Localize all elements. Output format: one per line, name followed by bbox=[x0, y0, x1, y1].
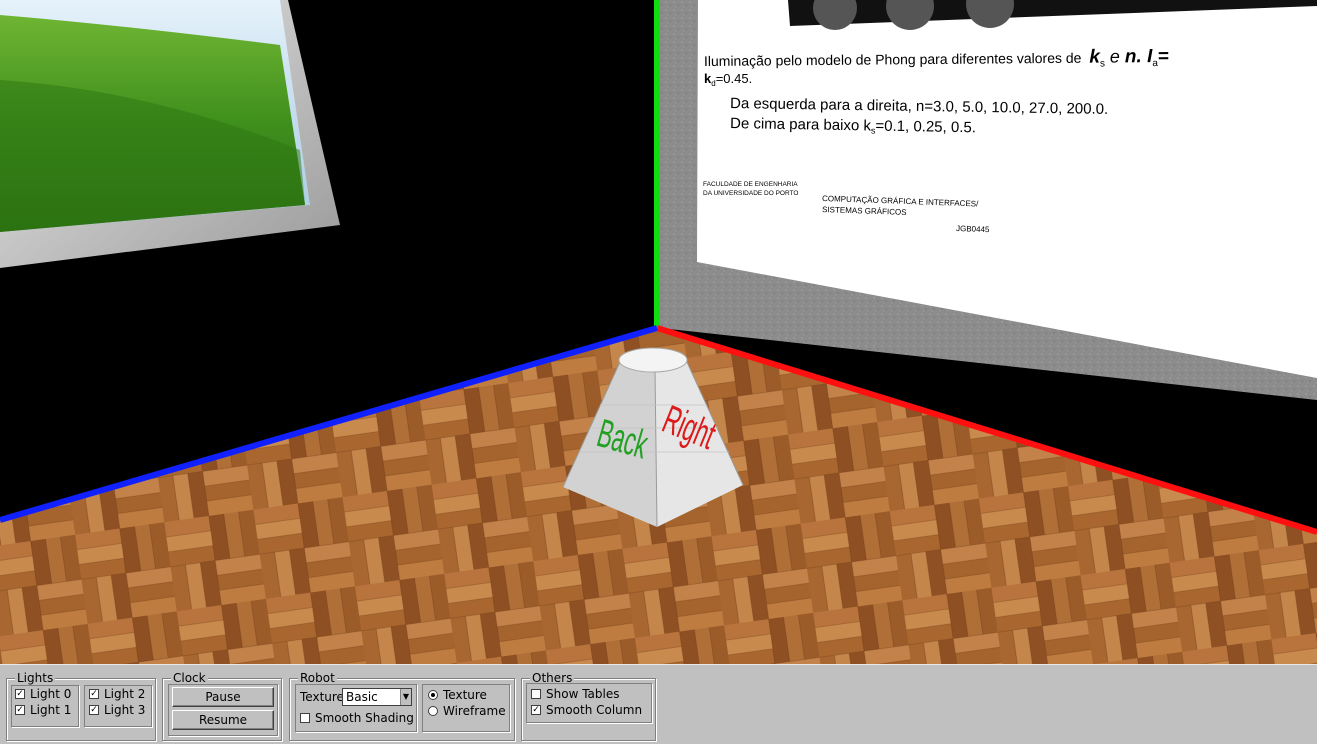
smooth-column-label: Smooth Column bbox=[546, 703, 643, 717]
light-3-label: Light 3 bbox=[104, 703, 146, 717]
chevron-down-icon[interactable]: ▼ bbox=[400, 689, 411, 705]
poster-footer-left-2: DA UNIVERSIDADE DO PORTO bbox=[703, 190, 798, 197]
light-2-check-icon[interactable] bbox=[89, 689, 99, 699]
light-0-label: Light 0 bbox=[30, 687, 72, 701]
pause-button[interactable]: Pause bbox=[172, 687, 274, 707]
3d-viewport[interactable]: Iluminação pelo modelo de Phong para dif… bbox=[0, 0, 1317, 664]
light-0-checkbox[interactable]: Light 0 bbox=[15, 687, 71, 701]
landscape-picture bbox=[0, 0, 340, 268]
light-1-checkbox[interactable]: Light 1 bbox=[15, 703, 71, 717]
light-2-label: Light 2 bbox=[104, 687, 146, 701]
poster-line1: Iluminação pelo modelo de Phong para dif… bbox=[704, 50, 1082, 69]
robot-group: Robot Texture Basic ▼ Smooth Shading Tex… bbox=[289, 671, 515, 741]
show-tables-label: Show Tables bbox=[546, 687, 620, 701]
texture-mode-radio[interactable]: Texture bbox=[428, 688, 487, 702]
svg-text:kd=0.45.: kd=0.45. bbox=[704, 71, 752, 88]
poster-footer-right: JGB0445 bbox=[956, 224, 990, 234]
texture-label: Texture bbox=[300, 690, 344, 704]
wireframe-mode-label: Wireframe bbox=[443, 704, 506, 718]
show-tables-check-icon[interactable] bbox=[531, 689, 541, 699]
show-tables-checkbox[interactable]: Show Tables bbox=[531, 687, 619, 701]
texture-mode-label: Texture bbox=[443, 688, 487, 702]
light-1-label: Light 1 bbox=[30, 703, 72, 717]
clock-group-title: Clock bbox=[171, 671, 208, 685]
light-0-check-icon[interactable] bbox=[15, 689, 25, 699]
wireframe-mode-radio[interactable]: Wireframe bbox=[428, 704, 506, 718]
light-2-checkbox[interactable]: Light 2 bbox=[89, 687, 145, 701]
texture-select-value: Basic bbox=[346, 690, 378, 704]
wireframe-radio-icon[interactable] bbox=[428, 706, 438, 716]
robot-group-title: Robot bbox=[298, 671, 337, 685]
texture-radio-icon[interactable] bbox=[428, 690, 438, 700]
light-1-check-icon[interactable] bbox=[15, 705, 25, 715]
texture-select[interactable]: Basic ▼ bbox=[342, 688, 412, 706]
light-3-check-icon[interactable] bbox=[89, 705, 99, 715]
control-panel: Lights Light 0 Light 1 Light 2 Light 3 C… bbox=[0, 664, 1317, 744]
clock-group: Clock Pause Resume bbox=[162, 671, 282, 741]
others-group: Others Show Tables Smooth Column bbox=[521, 671, 656, 741]
lights-group-title: Lights bbox=[15, 671, 56, 685]
smooth-shading-label: Smooth Shading bbox=[315, 711, 414, 725]
poster-line4: De cima para baixo k bbox=[730, 115, 872, 134]
smooth-shading-checkbox[interactable]: Smooth Shading bbox=[300, 711, 414, 725]
resume-button[interactable]: Resume bbox=[172, 710, 274, 730]
smooth-column-check-icon[interactable] bbox=[531, 705, 541, 715]
light-3-checkbox[interactable]: Light 3 bbox=[89, 703, 145, 717]
smooth-column-checkbox[interactable]: Smooth Column bbox=[531, 703, 642, 717]
scene-canvas[interactable]: Iluminação pelo modelo de Phong para dif… bbox=[0, 0, 1317, 664]
smooth-shading-check-icon[interactable] bbox=[300, 713, 310, 723]
poster-footer-left-1: FACULDADE DE ENGENHARIA bbox=[703, 181, 798, 188]
lights-group: Lights Light 0 Light 1 Light 2 Light 3 bbox=[6, 671, 156, 741]
